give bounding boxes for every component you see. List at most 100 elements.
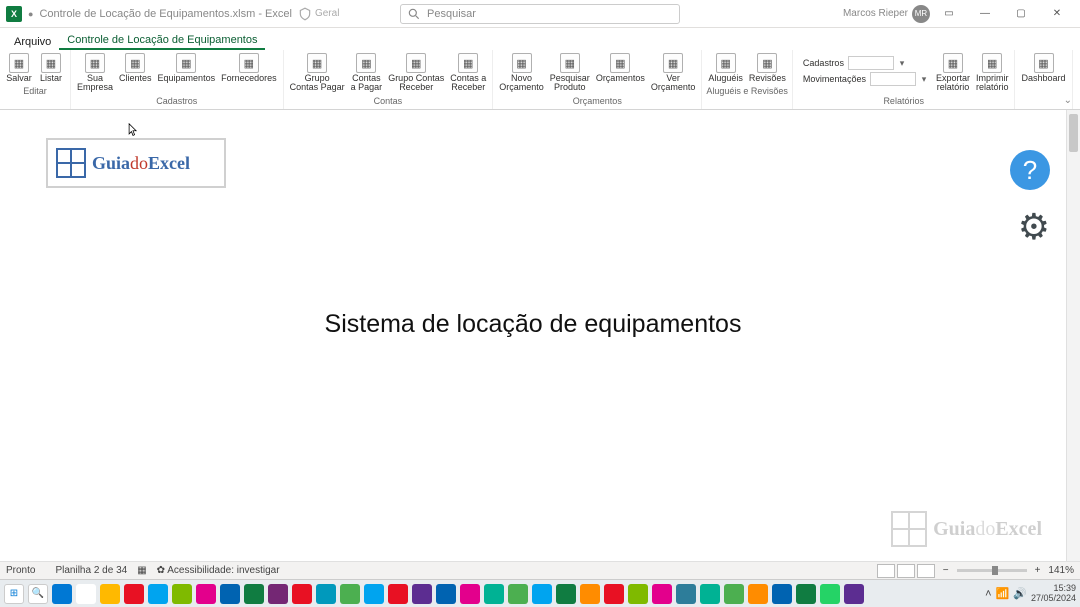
close-button[interactable]: ✕ <box>1040 2 1074 26</box>
filter-cadastros-input[interactable] <box>848 56 894 70</box>
taskbar-app-icon[interactable] <box>724 584 744 604</box>
ribbon-button-label: Revisões <box>749 74 786 83</box>
zoom-in-button[interactable]: + <box>1035 565 1041 576</box>
taskbar-app-icon[interactable] <box>556 584 576 604</box>
search-icon <box>407 7 421 21</box>
document-title: Controle de Locação de Equipamentos.xlsm… <box>39 8 292 20</box>
zoom-level[interactable]: 141% <box>1048 565 1074 576</box>
logo-guia-do-excel: GuiadoExcel <box>46 138 226 188</box>
menu-button[interactable]: ▦Menu <box>1077 52 1080 94</box>
zoom-out-button[interactable]: − <box>943 565 949 576</box>
taskbar-app-icon[interactable] <box>436 584 456 604</box>
taskbar-app-icon[interactable] <box>124 584 144 604</box>
taskbar-app-icon[interactable] <box>172 584 192 604</box>
ribbon-display-options[interactable]: ▭ <box>932 2 966 26</box>
chevron-down-icon[interactable]: ▾ <box>898 58 906 69</box>
taskbar-app-icon[interactable] <box>772 584 792 604</box>
taskbar-app-icon[interactable] <box>652 584 672 604</box>
taskbar-app-icon[interactable] <box>604 584 624 604</box>
worksheet-content[interactable]: GuiadoExcel Sistema de locação de equipa… <box>0 110 1066 561</box>
rental-button[interactable]: ▦Aluguéis <box>706 52 745 84</box>
money-group-button[interactable]: ▦Grupo Contas Pagar <box>288 52 347 94</box>
status-sheet-info: Planilha 2 de 34 <box>55 565 127 576</box>
view-page-break-button[interactable] <box>917 564 935 578</box>
chevron-down-icon[interactable]: ▾ <box>920 74 928 85</box>
save-icon: ▦ <box>9 53 29 73</box>
minimize-button[interactable]: — <box>968 2 1002 26</box>
taskbar-app-icon[interactable] <box>484 584 504 604</box>
wrench-button[interactable]: ▦Revisões <box>747 52 788 84</box>
dashboard-button[interactable]: ▦Dashboard <box>1019 52 1067 84</box>
taskbar-app-icon[interactable] <box>532 584 552 604</box>
money-out-button[interactable]: ▦Contas a Pagar <box>349 52 385 94</box>
export-button[interactable]: ▦Exportar relatório <box>934 52 972 94</box>
zoom-slider[interactable] <box>957 569 1027 572</box>
taskbar-app-icon[interactable] <box>340 584 360 604</box>
view-normal-button[interactable] <box>877 564 895 578</box>
building-button[interactable]: ▦Sua Empresa <box>75 52 115 94</box>
filter-movimentacoes-input[interactable] <box>870 72 916 86</box>
save-button[interactable]: ▦Salvar <box>4 52 34 84</box>
tab-file[interactable]: Arquivo <box>6 34 59 50</box>
print-button[interactable]: ▦Imprimir relatório <box>974 52 1011 94</box>
taskbar-app-icon[interactable] <box>244 584 264 604</box>
maximize-button[interactable]: ▢ <box>1004 2 1038 26</box>
taskbar-app-icon[interactable] <box>580 584 600 604</box>
status-accessibility[interactable]: ✿ Acessibilidade: investigar <box>157 565 280 576</box>
tray-wifi-icon[interactable]: 📶 <box>996 587 1010 600</box>
start-button[interactable]: ⊞ <box>4 584 24 604</box>
search-product-button[interactable]: ▦Pesquisar Produto <box>548 52 592 94</box>
taskbar-app-icon[interactable] <box>844 584 864 604</box>
view-page-layout-button[interactable] <box>897 564 915 578</box>
scrollbar-thumb[interactable] <box>1069 114 1078 152</box>
taskbar-app-icon[interactable] <box>508 584 528 604</box>
ribbon-button-label: Imprimir relatório <box>976 74 1009 93</box>
taskbar-app-icon[interactable] <box>268 584 288 604</box>
taskbar-app-icon[interactable] <box>196 584 216 604</box>
money-group-in-button[interactable]: ▦Grupo Contas Receber <box>386 52 446 94</box>
people-button[interactable]: ▦Clientes <box>117 52 154 94</box>
collapse-ribbon-icon[interactable]: ⌄ <box>1064 95 1072 106</box>
taskbar-app-icon[interactable] <box>388 584 408 604</box>
settings-button[interactable]: ⚙ <box>1018 206 1050 248</box>
taskbar-app-icon[interactable] <box>76 584 96 604</box>
money-group-icon: ▦ <box>307 53 327 73</box>
money-in-button[interactable]: ▦Contas a Receber <box>448 52 488 94</box>
list-button[interactable]: ▦Listar <box>36 52 66 84</box>
ribbon-group-contas: ▦Grupo Contas Pagar▦Contas a Pagar▦Grupo… <box>284 50 494 109</box>
taskbar-app-icon[interactable] <box>292 584 312 604</box>
tray-chevron-up-icon[interactable]: ˄ <box>985 588 991 600</box>
box-icon: ▦ <box>176 53 196 73</box>
vertical-scrollbar[interactable] <box>1066 110 1080 561</box>
search-product-icon: ▦ <box>560 53 580 73</box>
ribbon-button-label: Grupo Contas Pagar <box>290 74 345 93</box>
search-input[interactable]: Pesquisar <box>400 4 680 24</box>
group-label-orcamentos: Orçamentos <box>573 96 622 107</box>
taskbar-app-icon[interactable] <box>700 584 720 604</box>
truck-button[interactable]: ▦Fornecedores <box>219 52 279 94</box>
tray-clock[interactable]: 15:39 27/05/2024 <box>1031 584 1076 604</box>
doc-new-button[interactable]: ▦Novo Orçamento <box>497 52 546 94</box>
taskbar-app-icon[interactable] <box>460 584 480 604</box>
shield-icon <box>298 7 312 21</box>
taskbar-app-icon[interactable] <box>820 584 840 604</box>
taskbar-app-icon[interactable] <box>100 584 120 604</box>
taskbar-app-icon[interactable] <box>796 584 816 604</box>
taskbar-app-icon[interactable] <box>412 584 432 604</box>
taskbar-app-icon[interactable] <box>628 584 648 604</box>
user-account[interactable]: Marcos Rieper MR <box>843 5 930 23</box>
taskbar-search-button[interactable]: 🔍 <box>28 584 48 604</box>
taskbar-app-icon[interactable] <box>676 584 696 604</box>
box-button[interactable]: ▦Equipamentos <box>156 52 218 94</box>
docs-button[interactable]: ▦Orçamentos <box>594 52 647 94</box>
help-button[interactable]: ? <box>1010 150 1050 190</box>
taskbar-app-icon[interactable] <box>148 584 168 604</box>
tray-volume-icon[interactable]: 🔊 <box>1013 587 1027 600</box>
taskbar-app-icon[interactable] <box>220 584 240 604</box>
taskbar-app-icon[interactable] <box>364 584 384 604</box>
taskbar-app-icon[interactable] <box>52 584 72 604</box>
taskbar-app-icon[interactable] <box>748 584 768 604</box>
eye-button[interactable]: ▦Ver Orçamento <box>649 52 698 94</box>
taskbar-app-icon[interactable] <box>316 584 336 604</box>
tab-controle-locacao[interactable]: Controle de Locação de Equipamentos <box>59 32 265 50</box>
